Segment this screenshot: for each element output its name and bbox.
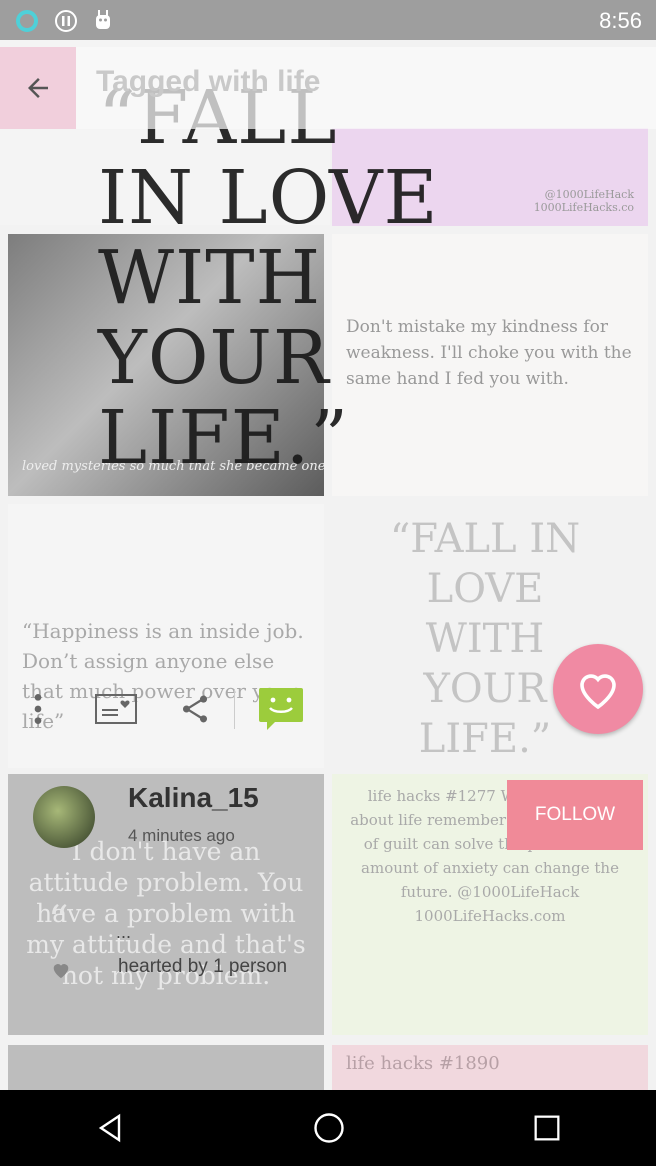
card-icon[interactable] <box>94 691 138 727</box>
status-bar: 8:56 <box>0 0 656 40</box>
username[interactable]: Kalina_15 <box>128 782 259 814</box>
arrow-back-icon <box>28 78 48 98</box>
ring-icon <box>16 10 38 32</box>
tile-caption: “FALL IN LOVE WITH YOUR LIFE.” <box>389 516 581 762</box>
heart-button[interactable] <box>553 644 643 734</box>
status-time: 8:56 <box>599 8 642 33</box>
quote-line: LIFE.” <box>98 395 350 481</box>
heart-icon <box>580 674 616 710</box>
hearted-by-text: hearted by 1 person <box>118 956 288 977</box>
page-title: Tagged with life <box>96 65 321 98</box>
alert-icon <box>55 10 77 32</box>
share-icon[interactable] <box>178 692 212 726</box>
divider <box>234 689 235 729</box>
heart-small-icon <box>53 964 69 979</box>
comment-icon[interactable] <box>257 686 305 732</box>
tile-caption: life hacks #1890 <box>346 1053 500 1074</box>
quote-mark-icon: “ <box>48 898 69 944</box>
post-author: Kalina_15 4 minutes ago “ ... hearted by… <box>20 782 330 1002</box>
tile-lifehacks-1890[interactable]: life hacks #1890 <box>332 1045 648 1090</box>
home-icon[interactable] <box>311 1110 347 1146</box>
android-icon <box>96 10 110 29</box>
quote-line: WITH <box>98 235 322 321</box>
post-actions <box>18 684 318 734</box>
post-time: 4 minutes ago <box>128 826 235 845</box>
tile-bottom-left[interactable] <box>8 1045 324 1090</box>
avatar[interactable] <box>33 786 95 848</box>
ellipsis: ... <box>116 922 132 942</box>
app-bar: Tagged with life <box>0 47 656 129</box>
status-icons <box>14 8 114 34</box>
recents-icon[interactable] <box>530 1111 564 1145</box>
follow-button[interactable]: FOLLOW <box>507 780 643 850</box>
more-vert-icon[interactable] <box>18 689 58 729</box>
back-icon[interactable] <box>92 1110 128 1146</box>
quote-line: IN LOVE <box>98 155 439 241</box>
back-button[interactable] <box>0 47 76 129</box>
system-nav-bar <box>0 1090 656 1166</box>
quote-line: YOUR <box>98 315 330 401</box>
feature-quote[interactable]: “FALL IN LOVE WITH YOUR LIFE.” <box>98 78 568 478</box>
